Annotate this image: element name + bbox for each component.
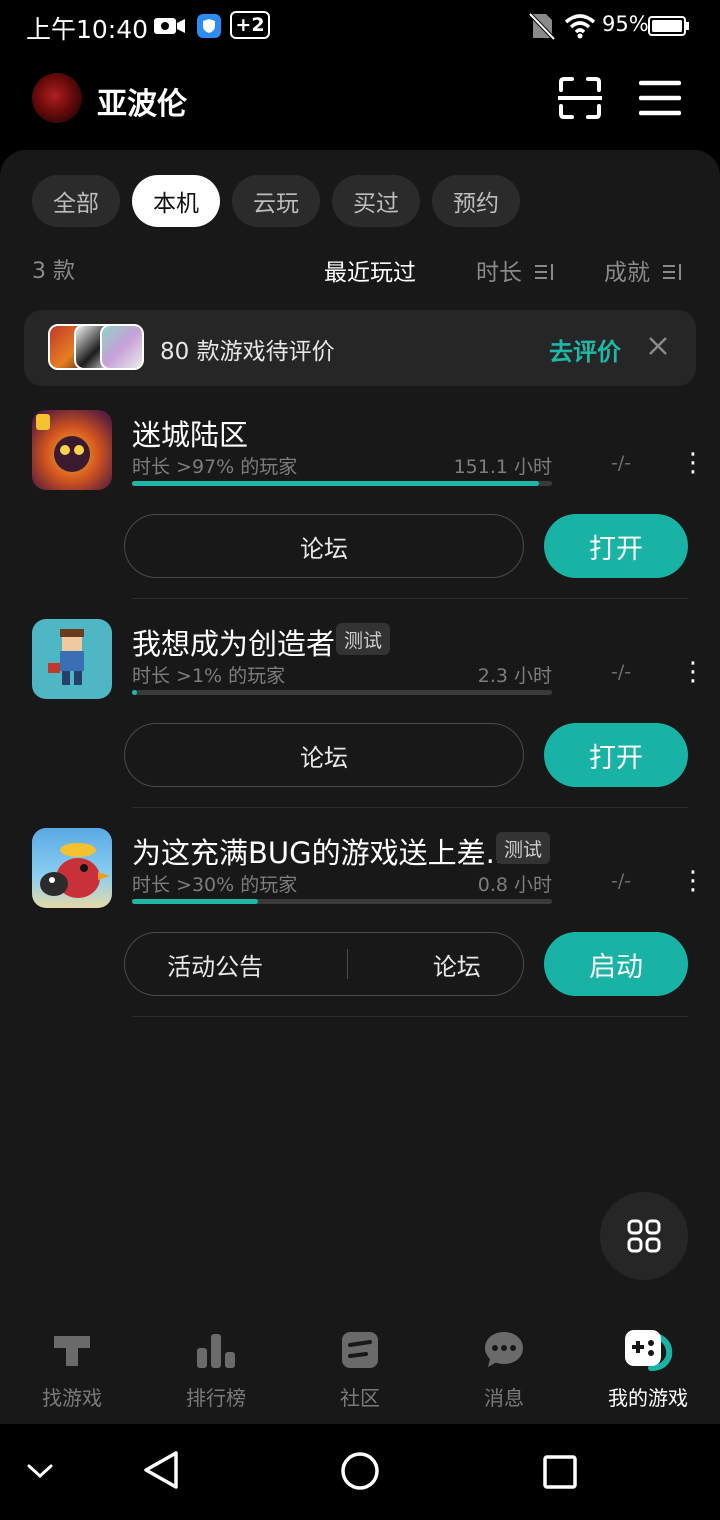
open-button[interactable]: 打开	[544, 723, 688, 787]
wifi-icon	[564, 14, 596, 39]
game-title[interactable]: 迷城陆区	[132, 412, 248, 454]
tab-local[interactable]: 本机	[132, 175, 220, 227]
progress-fill	[132, 899, 258, 904]
progress-fill	[132, 481, 540, 486]
battery-icon	[648, 16, 689, 36]
video-camera-icon	[154, 18, 185, 34]
achievement-rating: -/-	[611, 661, 632, 683]
game-art-icon	[48, 629, 84, 685]
nav-community[interactable]: 社区	[300, 1328, 420, 1411]
divider	[132, 598, 688, 599]
forum-button[interactable]: 论坛	[124, 514, 524, 578]
nav-label: 排行榜	[186, 1386, 246, 1410]
tab-all[interactable]: 全部	[32, 175, 120, 227]
open-button[interactable]: 打开	[544, 514, 688, 578]
secondary-button-group: 活动公告 论坛	[124, 932, 524, 996]
tab-purchased[interactable]: 买过	[332, 175, 420, 227]
game-title[interactable]: 我想成为创造者	[132, 621, 335, 663]
playtime-hours: 151.1 小时	[453, 456, 552, 478]
my-games-icon	[625, 1330, 673, 1371]
sort-icon	[535, 264, 554, 280]
tab-reserved[interactable]: 预约	[432, 175, 520, 227]
nav-label: 找游戏	[42, 1386, 102, 1410]
nav-label: 社区	[340, 1386, 380, 1410]
game-icon[interactable]	[32, 619, 112, 699]
achievement-rating: -/-	[611, 870, 632, 892]
menu-icon[interactable]	[639, 78, 681, 118]
playtime-rank: 时长 >1% 的玩家	[132, 665, 286, 687]
more-options-icon[interactable]: ⋮	[680, 868, 706, 894]
battery-percentage: 95%	[602, 12, 649, 36]
find-games-icon	[54, 1336, 90, 1366]
community-icon	[342, 1332, 378, 1368]
collapse-icon[interactable]	[26, 1462, 54, 1480]
game-thumbnail	[100, 324, 144, 370]
sort-achievement-label: 成就	[604, 260, 650, 286]
back-icon[interactable]	[142, 1450, 180, 1490]
grid-icon	[627, 1219, 661, 1253]
divider	[132, 1016, 688, 1017]
game-title[interactable]: 为这充满BUG的游戏送上差...	[132, 830, 513, 872]
launch-button[interactable]: 启动	[544, 932, 688, 996]
game-count: 3 款	[32, 259, 75, 284]
ranking-icon	[197, 1334, 235, 1368]
sort-recent[interactable]: 最近玩过	[324, 253, 416, 287]
announcement-button[interactable]: 活动公告	[167, 947, 263, 982]
playtime-rank: 时长 >97% 的玩家	[132, 456, 298, 478]
notification-badge: +2	[230, 11, 270, 39]
sort-icon	[663, 264, 682, 280]
nav-label: 消息	[484, 1386, 524, 1410]
sort-achievement[interactable]: 成就	[604, 253, 683, 287]
forum-button[interactable]: 论坛	[433, 947, 481, 982]
divider	[132, 807, 688, 808]
beta-tag: 测试	[336, 623, 391, 655]
system-navigation-bar	[0, 1424, 720, 1520]
playtime-hours: 0.8 小时	[477, 874, 552, 896]
user-name[interactable]: 亚波伦	[97, 79, 187, 123]
nav-my-games[interactable]: 我的游戏	[588, 1328, 708, 1411]
playtime-progress-bar	[132, 690, 552, 695]
home-icon[interactable]	[340, 1451, 380, 1491]
grid-view-button[interactable]	[600, 1192, 688, 1280]
go-review-button[interactable]: 去评价	[549, 332, 621, 367]
more-options-icon[interactable]: ⋮	[680, 659, 706, 685]
sort-duration-label: 时长	[476, 260, 522, 286]
nav-label: 我的游戏	[608, 1386, 688, 1410]
achievement-rating: -/-	[611, 452, 632, 474]
sort-duration[interactable]: 时长	[476, 253, 555, 287]
game-art-icon	[36, 414, 90, 472]
playtime-hours: 2.3 小时	[477, 665, 552, 687]
more-options-icon[interactable]: ⋮	[680, 450, 706, 476]
separator	[347, 949, 349, 979]
beta-tag: 测试	[496, 832, 551, 864]
message-icon	[485, 1332, 523, 1367]
tab-cloud-play[interactable]: 云玩	[232, 175, 320, 227]
nav-find-games[interactable]: 找游戏	[12, 1328, 132, 1411]
game-icon[interactable]	[32, 828, 112, 908]
shield-icon	[197, 14, 221, 38]
avatar[interactable]	[32, 73, 82, 123]
nav-messages[interactable]: 消息	[444, 1328, 564, 1411]
game-icon[interactable]	[32, 410, 112, 490]
playtime-progress-bar	[132, 481, 552, 486]
progress-fill	[132, 690, 138, 695]
nav-ranking[interactable]: 排行榜	[156, 1328, 276, 1411]
close-icon[interactable]	[646, 334, 670, 358]
recent-apps-icon[interactable]	[542, 1454, 578, 1490]
status-time: 上午10:40	[26, 15, 149, 44]
game-art-icon	[40, 843, 110, 898]
forum-button[interactable]: 论坛	[124, 723, 524, 787]
no-sim-icon	[528, 12, 556, 40]
playtime-rank: 时长 >30% 的玩家	[132, 874, 298, 896]
status-bar: 上午10:40 +2 95%	[0, 0, 720, 52]
scan-icon[interactable]	[558, 76, 602, 120]
review-text: 80 款游戏待评价	[160, 339, 335, 365]
playtime-progress-bar	[132, 899, 552, 904]
